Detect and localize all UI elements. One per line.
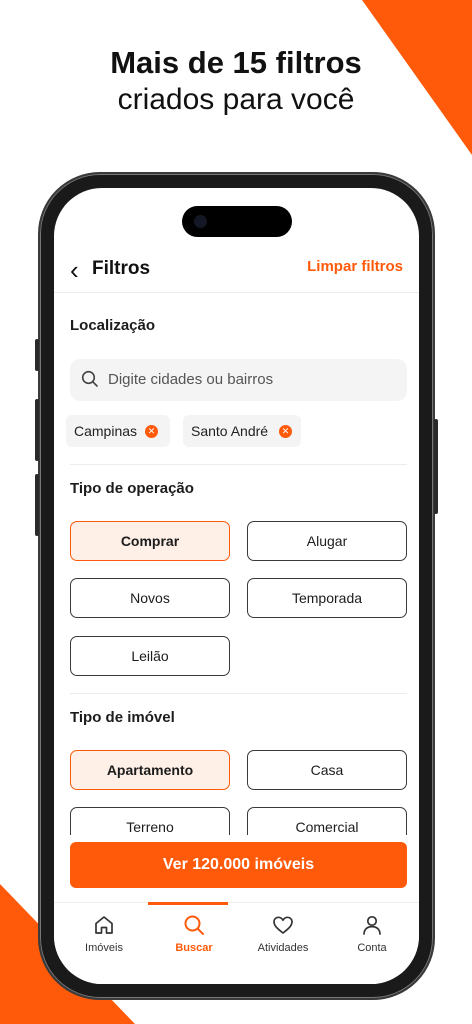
- tab-label: Buscar: [175, 942, 213, 954]
- app-screen: ‹ Filtros Limpar filtros Localização Dig…: [54, 188, 419, 984]
- property-option-terreno[interactable]: Terreno: [70, 807, 230, 835]
- location-search-input[interactable]: Digite cidades ou bairros: [70, 359, 407, 401]
- clear-filters-button[interactable]: Limpar filtros: [307, 258, 403, 275]
- operation-option-novos[interactable]: Novos: [70, 578, 230, 618]
- bottom-tab-bar: Imóveis Buscar Atividades Conta: [54, 902, 419, 984]
- remove-chip-icon[interactable]: ✕: [145, 425, 158, 438]
- phone-volume-down-button: [35, 474, 39, 536]
- location-chip[interactable]: Santo André ✕: [183, 415, 301, 447]
- active-tab-indicator: [148, 902, 228, 905]
- chevron-left-icon[interactable]: ‹: [70, 257, 90, 284]
- section-title-property: Tipo de imóvel: [70, 709, 175, 726]
- remove-chip-icon[interactable]: ✕: [279, 425, 292, 438]
- tab-label: Atividades: [257, 942, 309, 954]
- section-divider: [70, 693, 407, 694]
- operation-option-temporada[interactable]: Temporada: [247, 578, 407, 618]
- search-icon: [184, 915, 204, 935]
- dynamic-island: [182, 206, 292, 237]
- tab-buscar[interactable]: Buscar: [150, 913, 238, 954]
- tab-atividades[interactable]: Atividades: [239, 913, 327, 954]
- tab-label: Conta: [357, 942, 387, 954]
- phone-frame: ‹ Filtros Limpar filtros Localização Dig…: [35, 172, 438, 1000]
- section-title-operation: Tipo de operação: [70, 480, 194, 497]
- headline-bold: Mais de 15 filtros: [110, 45, 362, 80]
- heart-icon: [273, 916, 293, 934]
- tab-conta[interactable]: Conta: [328, 913, 416, 954]
- filters-content[interactable]: Localização Digite cidades ou bairros Ca…: [54, 293, 419, 835]
- page-title: Filtros: [92, 258, 151, 279]
- phone-power-button: [434, 419, 438, 514]
- search-icon: [81, 370, 98, 387]
- search-placeholder: Digite cidades ou bairros: [108, 371, 274, 388]
- user-icon: [363, 915, 381, 935]
- property-option-comercial[interactable]: Comercial: [247, 807, 407, 835]
- chip-label: Campinas: [74, 423, 138, 439]
- phone-volume-up-button: [35, 399, 39, 461]
- operation-option-alugar[interactable]: Alugar: [247, 521, 407, 561]
- location-chip[interactable]: Campinas ✕: [66, 415, 170, 447]
- promo-headline: Mais de 15 filtros criados para você: [0, 44, 472, 118]
- see-results-button[interactable]: Ver 120.000 imóveis: [70, 842, 407, 888]
- chip-label: Santo André: [191, 423, 269, 439]
- operation-option-comprar[interactable]: Comprar: [70, 521, 230, 561]
- tab-label: Imóveis: [85, 942, 123, 954]
- operation-option-leilao[interactable]: Leilão: [70, 636, 230, 676]
- headline-regular: criados para você: [117, 83, 355, 116]
- filters-header: ‹ Filtros Limpar filtros: [54, 250, 419, 294]
- property-option-apartamento[interactable]: Apartamento: [70, 750, 230, 790]
- section-divider: [70, 464, 407, 465]
- section-title-location: Localização: [70, 317, 156, 334]
- property-option-casa[interactable]: Casa: [247, 750, 407, 790]
- tab-imoveis[interactable]: Imóveis: [60, 913, 148, 954]
- home-icon: [95, 916, 113, 934]
- phone-action-button: [35, 339, 39, 371]
